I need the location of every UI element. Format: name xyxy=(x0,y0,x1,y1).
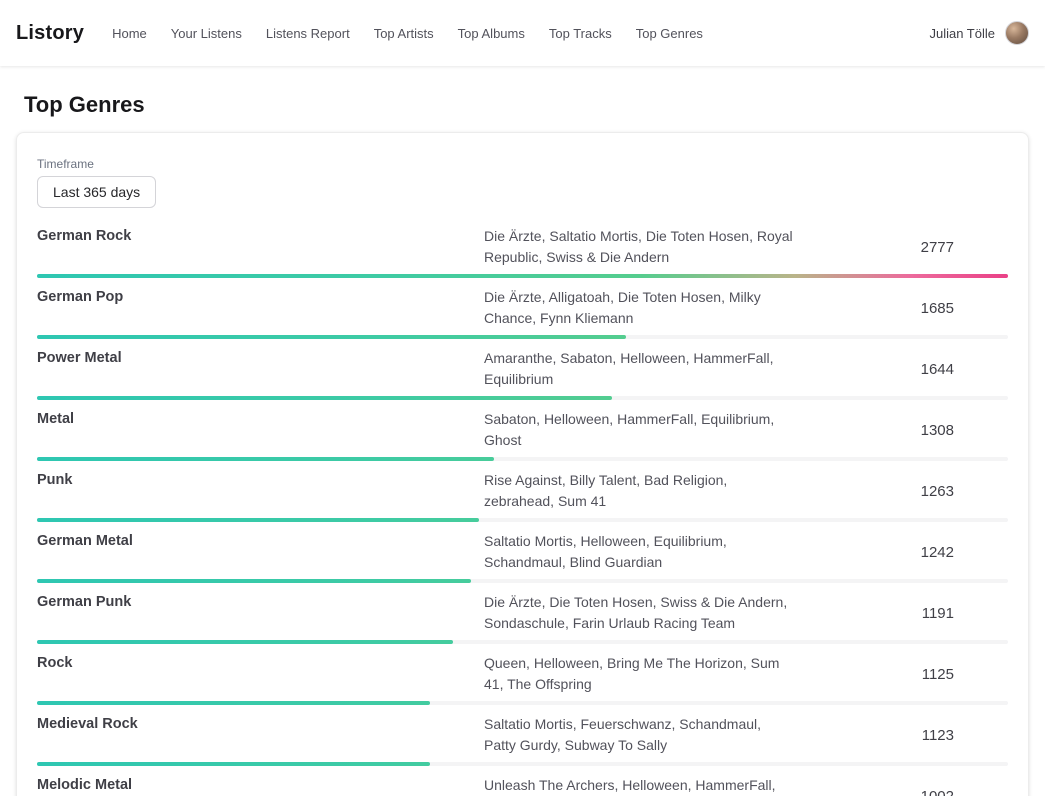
genre-count: 1263 xyxy=(858,483,1008,500)
genre-artists: Saltatio Mortis, Feuerschwanz, Schandmau… xyxy=(484,714,794,756)
main-content: Top Genres Timeframe Last 365 days Germa… xyxy=(0,92,1045,796)
genre-bar-fill xyxy=(37,640,453,644)
genre-artists: Amaranthe, Sabaton, Helloween, HammerFal… xyxy=(484,348,794,390)
genre-artists: Sabaton, Helloween, HammerFall, Equilibr… xyxy=(484,409,794,451)
genre-name: German Rock xyxy=(37,226,484,244)
genre-bar-fill xyxy=(37,518,479,522)
genre-bar-track xyxy=(37,579,1008,583)
genre-bar-track xyxy=(37,762,1008,766)
genre-table: German Rock Die Ärzte, Saltatio Mortis, … xyxy=(37,226,1008,796)
genre-count: 1685 xyxy=(858,300,1008,317)
genre-row: German Rock Die Ärzte, Saltatio Mortis, … xyxy=(37,226,1008,278)
genre-artists: Die Ärzte, Saltatio Mortis, Die Toten Ho… xyxy=(484,226,794,268)
genre-name: German Punk xyxy=(37,592,484,610)
nav-item-top-artists[interactable]: Top Artists xyxy=(374,26,434,41)
genre-name: German Pop xyxy=(37,287,484,305)
genre-row: Medieval Rock Saltatio Mortis, Feuerschw… xyxy=(37,714,1008,766)
genre-bar-track xyxy=(37,396,1008,400)
genre-bar-fill xyxy=(37,274,1008,278)
genre-bar-track xyxy=(37,274,1008,278)
genre-artists: Die Ärzte, Alligatoah, Die Toten Hosen, … xyxy=(484,287,794,329)
timeframe-label: Timeframe xyxy=(37,157,1008,171)
genre-name: Melodic Metal xyxy=(37,775,484,793)
genre-name: Metal xyxy=(37,409,484,427)
genre-row: Metal Sabaton, Helloween, HammerFall, Eq… xyxy=(37,409,1008,461)
genre-count: 1123 xyxy=(858,727,1008,744)
page-title: Top Genres xyxy=(24,92,1021,118)
nav-item-your-listens[interactable]: Your Listens xyxy=(171,26,242,41)
genre-bar-fill xyxy=(37,457,494,461)
genre-artists: Unleash The Archers, Helloween, HammerFa… xyxy=(484,775,794,796)
genre-row: German Metal Saltatio Mortis, Helloween,… xyxy=(37,531,1008,583)
user-menu[interactable]: Julian Tölle xyxy=(929,21,1029,45)
genre-count: 1644 xyxy=(858,361,1008,378)
genre-bar-track xyxy=(37,701,1008,705)
genre-bar-fill xyxy=(37,762,430,766)
main-nav: Home Your Listens Listens Report Top Art… xyxy=(112,26,929,41)
nav-item-top-genres[interactable]: Top Genres xyxy=(636,26,703,41)
genre-count: 1242 xyxy=(858,544,1008,561)
nav-item-listens-report[interactable]: Listens Report xyxy=(266,26,350,41)
genre-row: German Punk Die Ärzte, Die Toten Hosen, … xyxy=(37,592,1008,644)
nav-item-home[interactable]: Home xyxy=(112,26,147,41)
genre-row: Punk Rise Against, Billy Talent, Bad Rel… xyxy=(37,470,1008,522)
genre-count: 2777 xyxy=(858,239,1008,256)
genre-name: Rock xyxy=(37,653,484,671)
genre-artists: Die Ärzte, Die Toten Hosen, Swiss & Die … xyxy=(484,592,794,634)
genre-artists: Rise Against, Billy Talent, Bad Religion… xyxy=(484,470,794,512)
genre-bar-track xyxy=(37,518,1008,522)
genre-bar-track xyxy=(37,457,1008,461)
timeframe-value: Last 365 days xyxy=(53,184,140,200)
user-avatar xyxy=(1005,21,1029,45)
genres-card: Timeframe Last 365 days German Rock Die … xyxy=(16,132,1029,796)
genre-artists: Saltatio Mortis, Helloween, Equilibrium,… xyxy=(484,531,794,573)
genre-row: Rock Queen, Helloween, Bring Me The Hori… xyxy=(37,653,1008,705)
genre-name: Power Metal xyxy=(37,348,484,366)
genre-row: Melodic Metal Unleash The Archers, Hello… xyxy=(37,775,1008,796)
genre-bar-track xyxy=(37,335,1008,339)
nav-item-top-albums[interactable]: Top Albums xyxy=(458,26,525,41)
genre-name: Punk xyxy=(37,470,484,488)
genre-count: 1125 xyxy=(858,666,1008,683)
top-nav: Listory Home Your Listens Listens Report… xyxy=(0,0,1045,66)
genre-bar-fill xyxy=(37,335,626,339)
genre-bar-track xyxy=(37,640,1008,644)
genre-bar-fill xyxy=(37,579,471,583)
genre-bar-fill xyxy=(37,396,612,400)
app-logo[interactable]: Listory xyxy=(16,22,84,45)
genre-count: 1191 xyxy=(858,605,1008,622)
genre-row: Power Metal Amaranthe, Sabaton, Hellowee… xyxy=(37,348,1008,400)
genre-artists: Queen, Helloween, Bring Me The Horizon, … xyxy=(484,653,794,695)
genre-bar-fill xyxy=(37,701,430,705)
genre-count: 1002 xyxy=(858,788,1008,796)
genre-count: 1308 xyxy=(858,422,1008,439)
timeframe-select[interactable]: Last 365 days xyxy=(37,176,156,208)
nav-item-top-tracks[interactable]: Top Tracks xyxy=(549,26,612,41)
genre-name: Medieval Rock xyxy=(37,714,484,732)
genre-name: German Metal xyxy=(37,531,484,549)
user-name: Julian Tölle xyxy=(929,26,995,41)
genre-row: German Pop Die Ärzte, Alligatoah, Die To… xyxy=(37,287,1008,339)
